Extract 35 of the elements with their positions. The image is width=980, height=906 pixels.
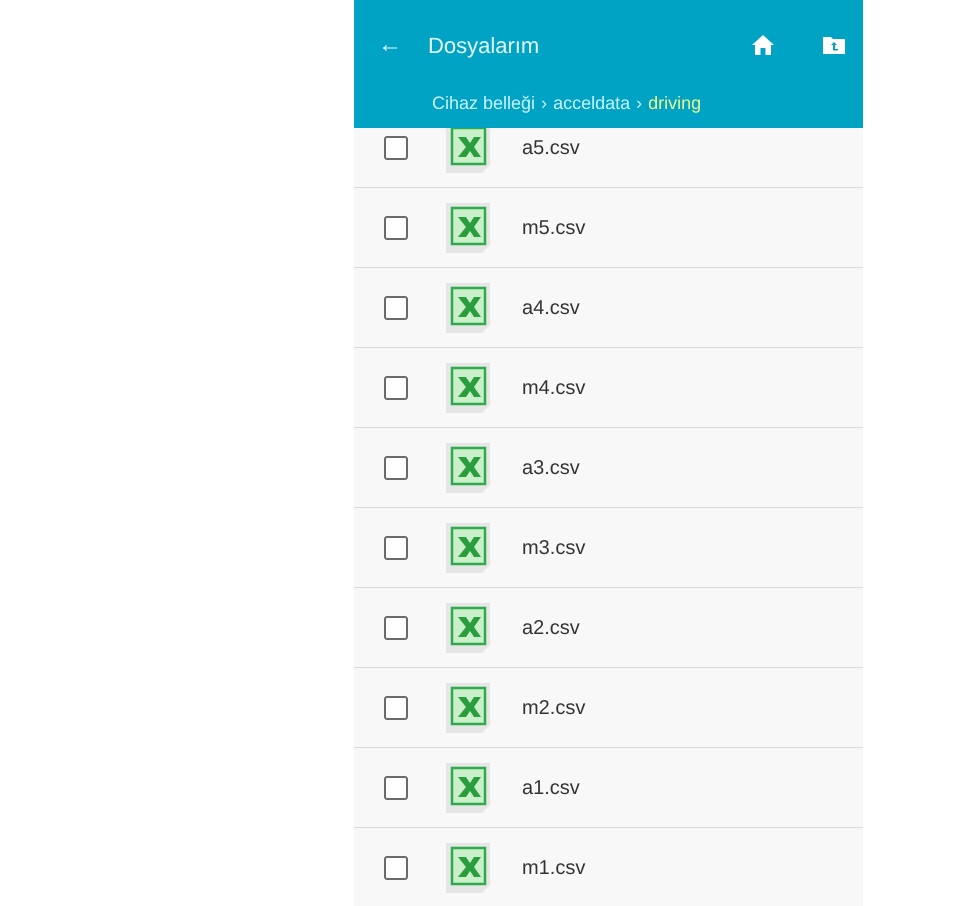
spreadsheet-file-icon bbox=[446, 442, 490, 492]
spreadsheet-file-icon bbox=[446, 282, 490, 332]
spreadsheet-file-icon bbox=[446, 362, 490, 412]
checkbox[interactable] bbox=[384, 136, 408, 160]
checkbox[interactable] bbox=[384, 216, 408, 240]
file-name[interactable]: m4.csv bbox=[522, 372, 586, 402]
checkbox[interactable] bbox=[384, 616, 408, 640]
file-name[interactable]: a1.csv bbox=[522, 772, 580, 802]
checkbox[interactable] bbox=[384, 856, 408, 880]
checkbox[interactable] bbox=[384, 536, 408, 560]
checkbox[interactable] bbox=[384, 696, 408, 720]
home-icon[interactable] bbox=[751, 34, 775, 56]
breadcrumb-separator: › bbox=[541, 92, 548, 115]
checkbox[interactable] bbox=[384, 376, 408, 400]
checkbox[interactable] bbox=[384, 296, 408, 320]
spreadsheet-file-icon bbox=[446, 602, 490, 652]
spreadsheet-file-icon bbox=[446, 202, 490, 252]
file-name[interactable]: a5.csv bbox=[522, 132, 580, 162]
file-name[interactable]: a3.csv bbox=[522, 452, 580, 482]
file-name[interactable]: a4.csv bbox=[522, 292, 580, 322]
file-name[interactable]: m5.csv bbox=[522, 212, 586, 242]
folder-up-icon[interactable] bbox=[823, 36, 845, 54]
spreadsheet-file-icon bbox=[446, 128, 490, 172]
screen-title: Dosyalarım bbox=[428, 32, 540, 60]
spreadsheet-file-icon bbox=[446, 842, 490, 892]
checkbox[interactable] bbox=[384, 776, 408, 800]
file-name[interactable]: a2.csv bbox=[522, 612, 580, 642]
file-name[interactable]: m1.csv bbox=[522, 852, 586, 882]
file-name[interactable]: m2.csv bbox=[522, 692, 586, 722]
spreadsheet-file-icon bbox=[446, 522, 490, 572]
spreadsheet-file-icon bbox=[446, 682, 490, 732]
file-name[interactable]: m3.csv bbox=[522, 532, 586, 562]
checkbox[interactable] bbox=[384, 456, 408, 480]
breadcrumb-separator: › bbox=[636, 92, 642, 115]
spreadsheet-file-icon bbox=[446, 762, 490, 812]
